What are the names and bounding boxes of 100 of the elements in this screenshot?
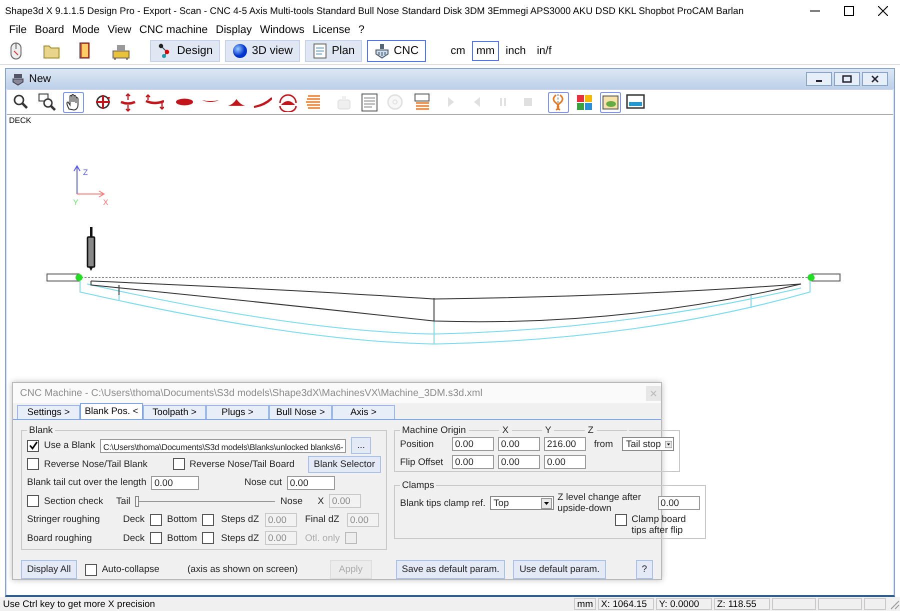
checkbox[interactable] [150, 532, 162, 544]
checkbox[interactable] [150, 514, 162, 526]
status-cell: mm [574, 598, 596, 610]
caret-icon [664, 438, 672, 450]
unit-button[interactable]: cm [446, 40, 470, 60]
sphere-icon [232, 42, 248, 58]
input-field[interactable]: 0.00 [498, 437, 540, 451]
data-sheet-icon [360, 92, 379, 112]
view-label: DECK [9, 116, 32, 125]
blank-support [812, 274, 840, 282]
dialog-title: CNC Machine - C:\Users\thoma\Documents\S3d models\Shape3dX\MachinesVX\Machine_3DM.s3d.xml [20, 388, 484, 398]
menu-item[interactable]: ? [354, 24, 368, 36]
checkbox[interactable] [172, 458, 184, 470]
group-title: Clamps [401, 480, 436, 491]
unit-button[interactable]: mm [472, 40, 499, 60]
checkbox[interactable] [84, 564, 97, 576]
dialog-button[interactable]: ? [636, 560, 653, 579]
input-field[interactable]: 0.00 [452, 455, 494, 469]
menu-item[interactable]: Display [212, 24, 256, 36]
toolbar-button[interactable] [62, 92, 84, 112]
dialog-button[interactable]: Use default param. [513, 560, 606, 579]
menu-item[interactable]: Board [30, 24, 68, 36]
checkbox[interactable] [27, 458, 39, 470]
unit-button[interactable]: inch [502, 40, 530, 60]
tab[interactable]: Plugs > [206, 405, 269, 419]
dropdown-field[interactable]: Top [490, 496, 554, 510]
unit-button[interactable]: in/f [532, 40, 556, 60]
field-label: Bottom [167, 532, 198, 544]
axis-label: X [103, 198, 108, 207]
note-text: (axis as shown on screen) [187, 564, 298, 575]
group-title: Machine Origin [402, 425, 466, 436]
field-label: Otl. only [305, 532, 340, 544]
field-label: Blank tail cut over the length [27, 477, 146, 488]
checkbox[interactable] [202, 532, 214, 544]
field-label: Deck [123, 514, 145, 526]
mode-button[interactable]: CNC [366, 40, 426, 62]
board-spin-icon [278, 92, 298, 112]
field-label: Position [400, 438, 435, 450]
checkbox[interactable] [202, 514, 214, 526]
back-icon [472, 96, 481, 108]
minimize-button[interactable] [806, 72, 832, 86]
tab[interactable]: Toolpath > [143, 405, 206, 419]
slider-thumb[interactable] [135, 496, 140, 507]
mode-button[interactable]: 3D view [224, 40, 300, 62]
dialog-button[interactable]: Blank Selector [308, 456, 381, 473]
blank-support [46, 274, 80, 282]
checkbox-label: Reverse Nose/Tail Board [190, 458, 295, 470]
checkbox-label: Clamp board tips after flip [632, 514, 687, 536]
dialog-button[interactable]: Display All [21, 560, 77, 579]
play-icon [447, 96, 456, 108]
status-cell: Z: 118.55 [714, 598, 770, 610]
tab[interactable]: Bull Nose > [269, 405, 332, 419]
menu-item[interactable]: CNC machine [135, 24, 212, 36]
field-label: Flip Offset [400, 456, 444, 468]
pause-icon [498, 97, 507, 107]
mode-button[interactable]: Design [150, 40, 220, 62]
rocker-adjust-icon [145, 92, 164, 112]
stop-icon [523, 97, 534, 107]
tab[interactable]: Axis > [332, 405, 395, 419]
input-field[interactable]: 0.00 [151, 476, 200, 490]
resize-grip-icon[interactable] [888, 598, 900, 610]
input-field[interactable]: 0.00 [658, 496, 700, 510]
checkbox[interactable] [614, 514, 627, 526]
menu-item[interactable]: Windows [256, 24, 308, 36]
dropdown-field[interactable]: Tail stop [622, 437, 674, 451]
dialog-button[interactable]: ... [351, 437, 372, 454]
input-field[interactable]: C:\Users\thoma\Documents\S3d models\Blanks\unlocked blanks\6- [100, 438, 346, 453]
status-cell: X: 1064.15 [598, 598, 654, 610]
input-field[interactable]: 0.00 [498, 455, 540, 469]
field-label: Stringer roughing [27, 514, 101, 526]
menu-item[interactable]: File [5, 24, 31, 36]
toolbar-button[interactable] [358, 92, 380, 112]
toolbar-button[interactable] [36, 92, 58, 112]
zoom-window-icon [38, 92, 57, 112]
input-field[interactable]: 0.00 [544, 455, 586, 469]
field-label: Bottom [167, 514, 198, 526]
checkbox[interactable] [27, 495, 39, 508]
toolbar-button[interactable] [144, 92, 166, 112]
checkbox[interactable] [27, 440, 39, 452]
caret-icon [540, 498, 552, 508]
toolbar-button[interactable] [600, 92, 621, 112]
input-field[interactable]: 0.00 [452, 437, 494, 451]
maximize-icon[interactable] [844, 6, 854, 16]
tab[interactable]: Blank Pos. < [80, 403, 143, 419]
dialog-button[interactable]: Save as default param. [396, 560, 506, 579]
menu-item[interactable]: Mode [68, 24, 104, 36]
close-icon[interactable] [878, 6, 888, 16]
field-label: Steps dZ [221, 514, 260, 526]
tab[interactable]: Settings > [17, 405, 80, 419]
mode-button[interactable]: Plan [304, 40, 362, 62]
picture-icon [600, 92, 620, 112]
close-button[interactable] [862, 72, 888, 86]
column-header: Y [545, 425, 552, 436]
restore-button[interactable] [834, 72, 860, 86]
input-field[interactable]: 216.00 [544, 437, 586, 451]
menu-item[interactable]: License [308, 24, 354, 36]
menu-item[interactable]: View [104, 24, 136, 36]
input-field[interactable]: 0.00 [286, 476, 335, 490]
toolbar-button[interactable] [277, 92, 298, 112]
field-label: Blank tips clamp ref. [400, 498, 486, 508]
